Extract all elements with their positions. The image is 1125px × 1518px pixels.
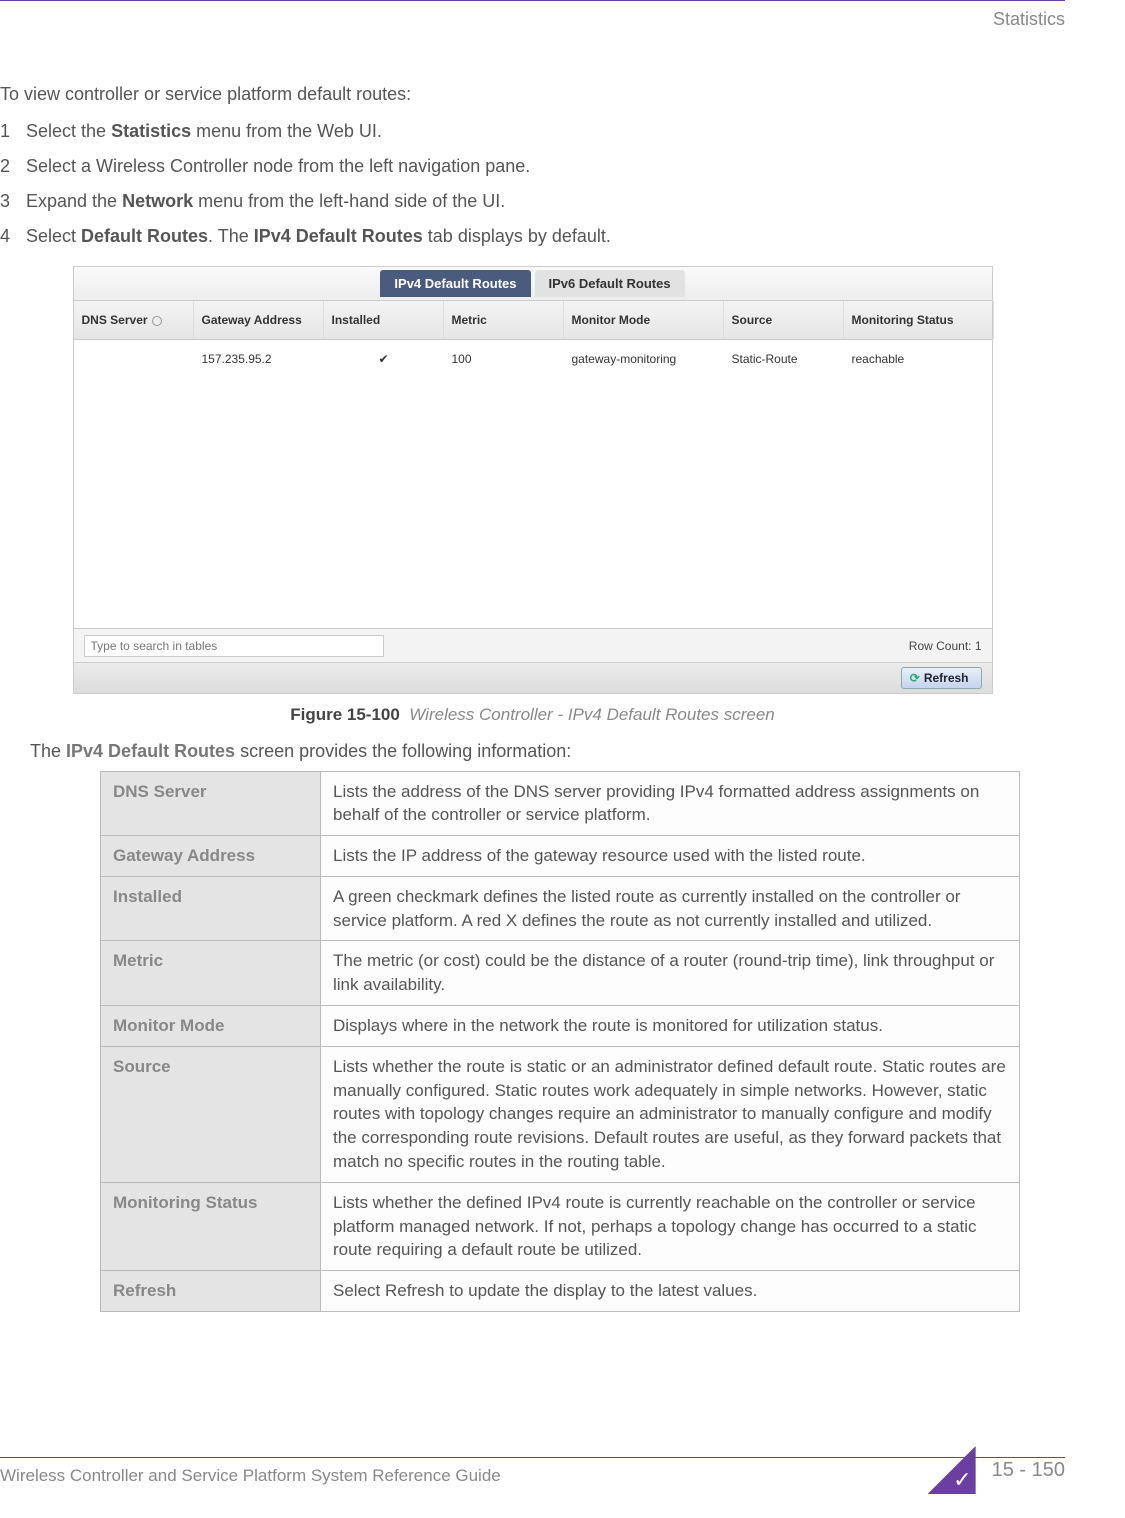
- cell-dns: [74, 340, 194, 378]
- pre-table-text: The IPv4 Default Routes screen provides …: [30, 738, 1065, 765]
- col-source[interactable]: Source: [724, 301, 844, 339]
- footer-check-icon: [928, 1446, 976, 1494]
- desc-row-dns-server: DNS ServerLists the address of the DNS s…: [101, 771, 1020, 836]
- cell-status: reachable: [844, 340, 994, 378]
- desc-val: The metric (or cost) could be the distan…: [321, 941, 1020, 1006]
- step-1: 1 Select the Statistics menu from the We…: [0, 118, 1065, 145]
- table-row[interactable]: 157.235.95.2 ✔ 100 gateway-monitoring St…: [74, 340, 992, 378]
- desc-key: Refresh: [101, 1271, 321, 1312]
- cell-source: Static-Route: [724, 340, 844, 378]
- desc-row-refresh: RefreshSelect Refresh to update the disp…: [101, 1271, 1020, 1312]
- col-metric[interactable]: Metric: [444, 301, 564, 339]
- search-input[interactable]: [84, 635, 384, 657]
- step-4: 4 Select Default Routes. The IPv4 Defaul…: [0, 223, 1065, 250]
- desc-row-metric: MetricThe metric (or cost) could be the …: [101, 941, 1020, 1006]
- cell-metric: 100: [444, 340, 564, 378]
- step-num: 2: [0, 153, 26, 180]
- step-num: 4: [0, 223, 26, 250]
- step-3: 3 Expand the Network menu from the left-…: [0, 188, 1065, 215]
- page-number: 15 - 150: [992, 1455, 1065, 1485]
- table-header-row: DNS Server Gateway Address Installed Met…: [74, 301, 992, 340]
- desc-row-source: SourceLists whether the route is static …: [101, 1046, 1020, 1182]
- footer-page: 15 - 150: [928, 1446, 1065, 1494]
- checkmark-icon: ✔: [324, 340, 444, 378]
- col-dns-server[interactable]: DNS Server: [74, 301, 194, 339]
- desc-key: Source: [101, 1046, 321, 1182]
- desc-val: Lists the IP address of the gateway reso…: [321, 836, 1020, 877]
- tab-ipv4[interactable]: IPv4 Default Routes: [380, 270, 530, 298]
- step-num: 3: [0, 188, 26, 215]
- tab-ipv6[interactable]: IPv6 Default Routes: [535, 270, 685, 298]
- step-text: Expand the Network menu from the left-ha…: [26, 188, 505, 215]
- description-table: DNS ServerLists the address of the DNS s…: [100, 771, 1020, 1313]
- desc-row-gateway-address: Gateway AddressLists the IP address of t…: [101, 836, 1020, 877]
- step-text: Select the Statistics menu from the Web …: [26, 118, 382, 145]
- desc-key: DNS Server: [101, 771, 321, 836]
- figure-caption: Figure 15-100 Wireless Controller - IPv4…: [0, 702, 1065, 728]
- refresh-label: Refresh: [924, 671, 969, 685]
- footer-title: Wireless Controller and Service Platform…: [0, 1463, 501, 1489]
- step-text: Select a Wireless Controller node from t…: [26, 153, 530, 180]
- desc-row-monitor-mode: Monitor ModeDisplays where in the networ…: [101, 1006, 1020, 1047]
- refresh-bar: ⟳ Refresh: [74, 662, 992, 693]
- desc-key: Monitoring Status: [101, 1182, 321, 1270]
- intro-text: To view controller or service platform d…: [0, 81, 1065, 108]
- col-monitoring-status[interactable]: Monitoring Status: [844, 301, 994, 339]
- desc-val: Lists whether the route is static or an …: [321, 1046, 1020, 1182]
- desc-val: Lists whether the defined IPv4 route is …: [321, 1182, 1020, 1270]
- table-footer: Row Count: 1: [74, 628, 992, 662]
- page-header-section: Statistics: [993, 6, 1065, 33]
- step-2: 2 Select a Wireless Controller node from…: [0, 153, 1065, 180]
- table-empty-area: [74, 378, 992, 628]
- desc-key: Installed: [101, 876, 321, 941]
- cell-monitor: gateway-monitoring: [564, 340, 724, 378]
- desc-val: A green checkmark defines the listed rou…: [321, 876, 1020, 941]
- col-installed[interactable]: Installed: [324, 301, 444, 339]
- col-monitor-mode[interactable]: Monitor Mode: [564, 301, 724, 339]
- sort-icon[interactable]: [152, 316, 162, 326]
- desc-row-installed: InstalledA green checkmark defines the l…: [101, 876, 1020, 941]
- desc-val: Select Refresh to update the display to …: [321, 1271, 1020, 1312]
- desc-key: Gateway Address: [101, 836, 321, 877]
- desc-val: Displays where in the network the route …: [321, 1006, 1020, 1047]
- col-gateway-address[interactable]: Gateway Address: [194, 301, 324, 339]
- step-num: 1: [0, 118, 26, 145]
- tab-bar: IPv4 Default Routes IPv6 Default Routes: [74, 267, 992, 301]
- row-count: Row Count: 1: [909, 637, 982, 655]
- cell-gateway: 157.235.95.2: [194, 340, 324, 378]
- desc-key: Metric: [101, 941, 321, 1006]
- desc-row-monitoring-status: Monitoring StatusLists whether the defin…: [101, 1182, 1020, 1270]
- step-text: Select Default Routes. The IPv4 Default …: [26, 223, 611, 250]
- refresh-icon: ⟳: [910, 671, 920, 685]
- refresh-button[interactable]: ⟳ Refresh: [901, 667, 982, 689]
- routes-screenshot: IPv4 Default Routes IPv6 Default Routes …: [73, 266, 993, 694]
- desc-val: Lists the address of the DNS server prov…: [321, 771, 1020, 836]
- desc-key: Monitor Mode: [101, 1006, 321, 1047]
